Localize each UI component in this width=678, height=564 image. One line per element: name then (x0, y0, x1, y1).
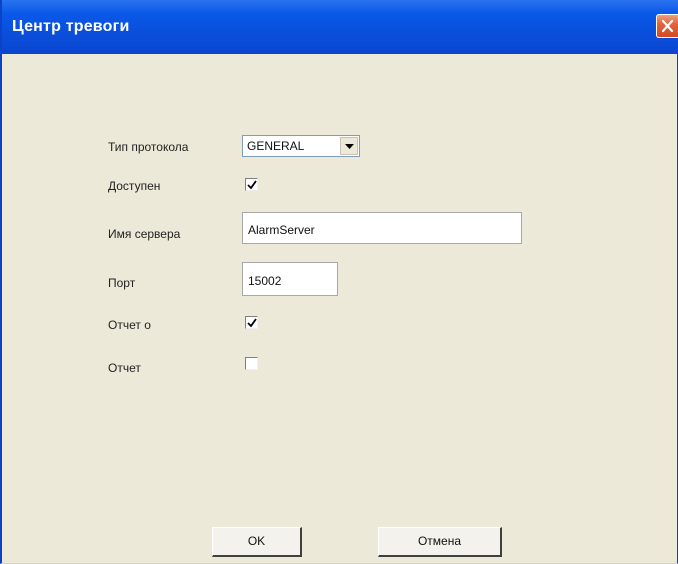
server-name-input[interactable] (242, 212, 522, 244)
port-label: Порт (108, 276, 136, 290)
alarm-center-dialog: Центр тревоги Тип протокола GENERAL Дост… (0, 0, 678, 564)
report2-checkbox[interactable] (245, 357, 258, 370)
title-bar[interactable]: Центр тревоги (2, 0, 678, 54)
enabled-checkbox[interactable] (245, 178, 258, 191)
server-name-label: Имя сервера (108, 227, 181, 241)
ok-button[interactable]: OK (212, 527, 302, 557)
close-icon (661, 19, 674, 33)
close-button[interactable] (656, 14, 678, 38)
chevron-down-icon (345, 144, 354, 149)
window-title: Центр тревоги (12, 18, 130, 35)
report-checkbox[interactable] (245, 316, 258, 329)
protocol-type-value: GENERAL (247, 139, 305, 153)
enabled-label: Доступен (108, 179, 161, 193)
checkmark-icon (247, 180, 257, 190)
protocol-type-select[interactable]: GENERAL (242, 135, 360, 157)
dropdown-button[interactable] (340, 137, 358, 155)
cancel-button[interactable]: Отмена (378, 527, 502, 557)
port-input[interactable] (242, 262, 338, 296)
report2-label: Отчет (108, 361, 141, 375)
checkmark-icon (247, 318, 257, 328)
protocol-type-label: Тип протокола (108, 140, 189, 154)
report-label: Отчет о (108, 318, 151, 332)
